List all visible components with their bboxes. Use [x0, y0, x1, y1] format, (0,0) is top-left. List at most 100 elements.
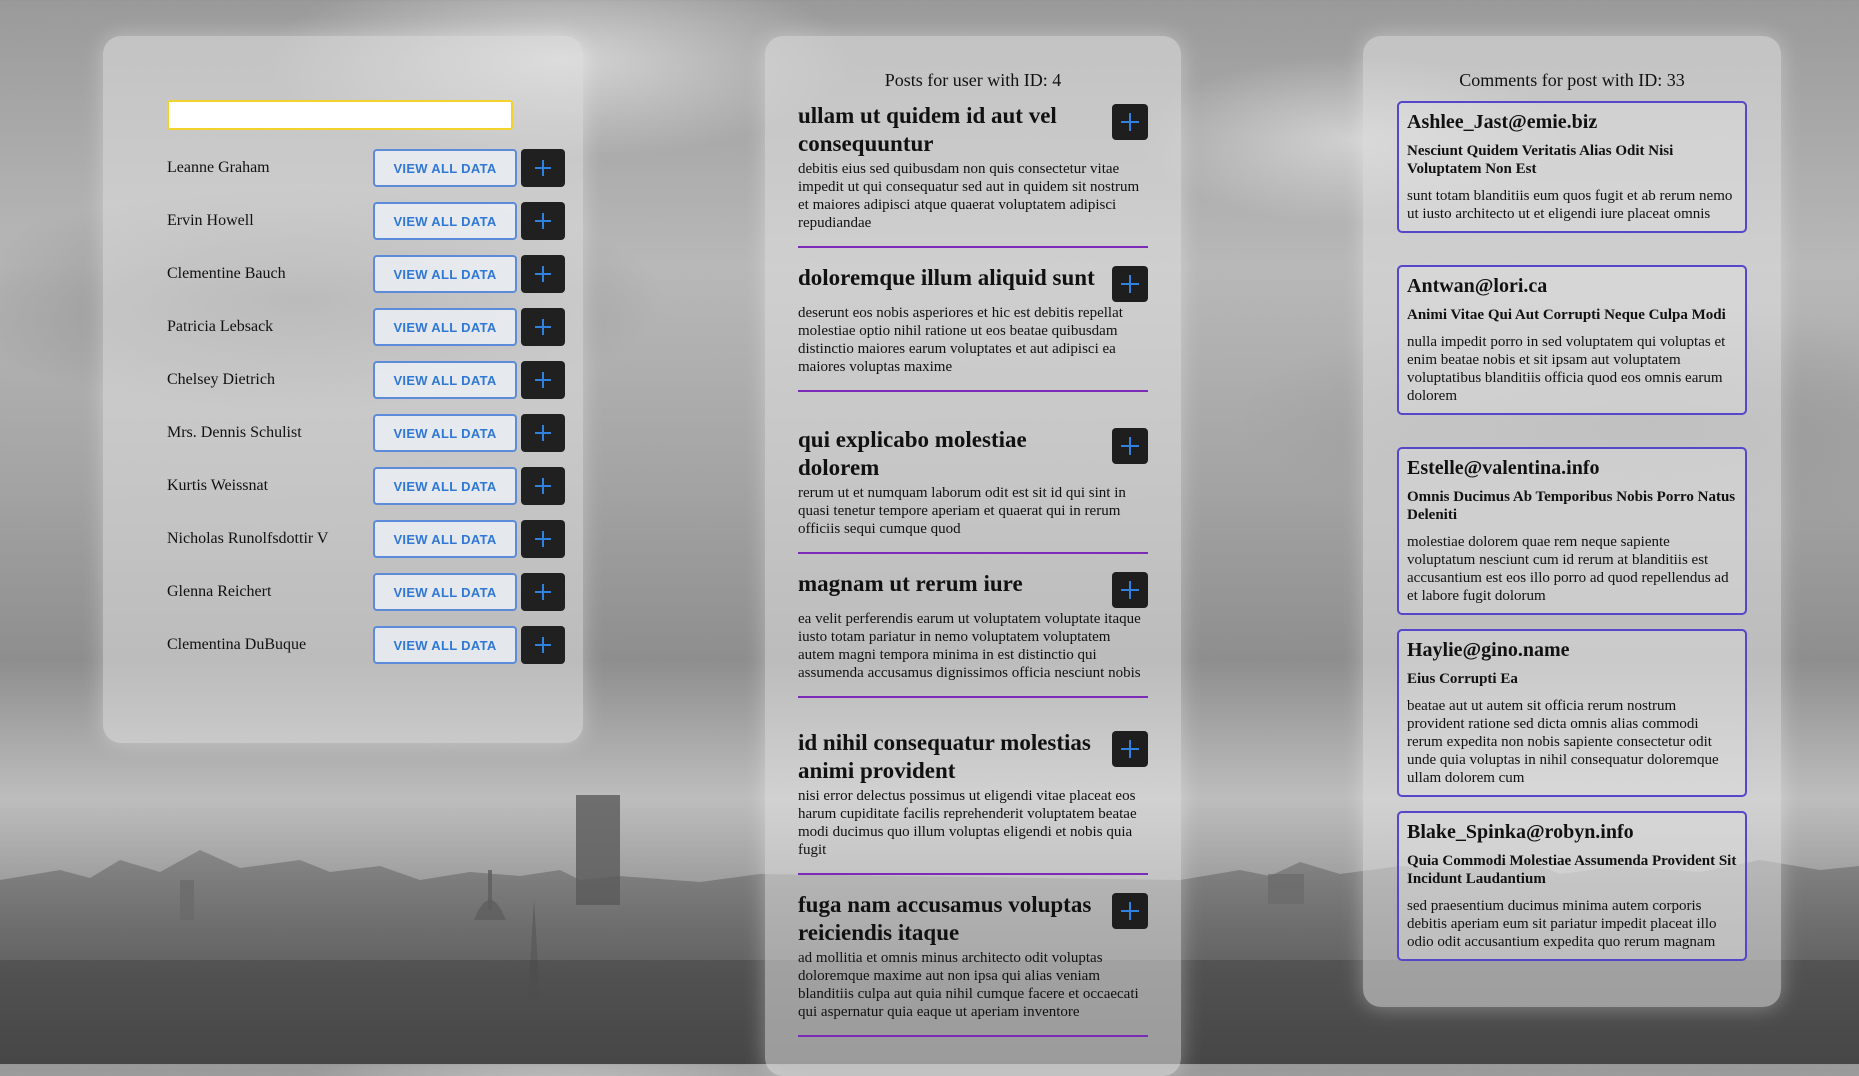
comment-name: Quia Commodi Molestiae Assumenda Provide…: [1407, 853, 1737, 887]
plus-icon: [1121, 581, 1139, 599]
comment-name: Eius Corrupti Ea: [1407, 671, 1518, 687]
view-all-data-button[interactable]: VIEW ALL DATA: [373, 626, 517, 664]
view-all-data-button[interactable]: VIEW ALL DATA: [373, 414, 517, 452]
add-post-button[interactable]: [1112, 731, 1148, 767]
view-all-data-button[interactable]: VIEW ALL DATA: [373, 467, 517, 505]
comment-card: Ashlee_Jast@emie.biz Nesciunt Quidem Ver…: [1397, 101, 1747, 233]
view-all-data-button[interactable]: VIEW ALL DATA: [373, 361, 517, 399]
user-row: Clementina DuBuque VIEW ALL DATA: [167, 626, 569, 664]
plus-icon: [1121, 902, 1139, 920]
user-name: Clementina DuBuque: [167, 636, 307, 653]
user-row: Chelsey Dietrich VIEW ALL DATA: [167, 361, 569, 399]
add-post-button[interactable]: [1112, 893, 1148, 929]
user-row: Nicholas Runolfsdottir V VIEW ALL DATA: [167, 520, 569, 558]
user-name: Glenna Reichert: [167, 583, 272, 600]
add-post-button[interactable]: [1112, 572, 1148, 608]
comment-name: Omnis Ducimus Ab Temporibus Nobis Porro …: [1407, 489, 1736, 523]
add-user-button[interactable]: [521, 414, 565, 452]
user-name: Nicholas Runolfsdottir V: [167, 530, 329, 547]
post-item: ullam ut quidem id aut vel consequuntur …: [798, 102, 1148, 248]
add-user-button[interactable]: [521, 626, 565, 664]
user-search-input[interactable]: [167, 100, 513, 130]
comment-body: molestiae dolorem quae rem neque sapient…: [1407, 534, 1729, 604]
user-row: Glenna Reichert VIEW ALL DATA: [167, 573, 569, 611]
users-panel: Leanne Graham VIEW ALL DATA Ervin Howell…: [103, 36, 583, 743]
add-user-button[interactable]: [521, 361, 565, 399]
comment-name: Animi Vitae Qui Aut Corrupti Neque Culpa…: [1407, 307, 1726, 323]
comment-card: Estelle@valentina.info Omnis Ducimus Ab …: [1397, 447, 1747, 615]
add-user-button[interactable]: [521, 149, 565, 187]
view-all-data-button[interactable]: VIEW ALL DATA: [373, 149, 517, 187]
comment-card: Antwan@lori.ca Animi Vitae Qui Aut Corru…: [1397, 265, 1747, 415]
comment-email: Haylie@gino.name: [1407, 639, 1570, 661]
plus-icon: [1121, 740, 1139, 758]
plus-icon: [535, 584, 551, 600]
plus-icon: [535, 266, 551, 282]
comment-email: Antwan@lori.ca: [1407, 275, 1548, 297]
comment-name: Nesciunt Quidem Veritatis Alias Odit Nis…: [1407, 143, 1674, 177]
post-body: ad mollitia et omnis minus architecto od…: [798, 950, 1139, 1020]
add-user-button[interactable]: [521, 202, 565, 240]
user-row: Mrs. Dennis Schulist VIEW ALL DATA: [167, 414, 569, 452]
comment-body: sunt totam blanditiis eum quos fugit et …: [1407, 188, 1733, 222]
add-user-button[interactable]: [521, 520, 565, 558]
plus-icon: [535, 319, 551, 335]
post-body: rerum ut et numquam laborum odit est sit…: [798, 485, 1126, 537]
post-title: ullam ut quidem id aut vel consequuntur: [798, 103, 1057, 156]
comment-email: Blake_Spinka@robyn.info: [1407, 821, 1634, 843]
plus-icon: [535, 160, 551, 176]
user-name: Chelsey Dietrich: [167, 371, 275, 388]
comment-email: Ashlee_Jast@emie.biz: [1407, 111, 1598, 133]
post-item: fuga nam accusamus voluptas reiciendis i…: [798, 891, 1148, 1037]
post-item: magnam ut rerum iure ea velit perferendi…: [798, 570, 1148, 698]
add-post-button[interactable]: [1112, 104, 1148, 140]
plus-icon: [1121, 275, 1139, 293]
comment-body: sed praesentium ducimus minima autem cor…: [1407, 898, 1717, 950]
comment-body: beatae aut ut autem sit officia rerum no…: [1407, 698, 1719, 786]
view-all-data-button[interactable]: VIEW ALL DATA: [373, 255, 517, 293]
add-user-button[interactable]: [521, 308, 565, 346]
plus-icon: [535, 213, 551, 229]
comment-body: nulla impedit porro in sed voluptatem qu…: [1407, 334, 1726, 404]
view-all-data-button[interactable]: VIEW ALL DATA: [373, 202, 517, 240]
add-user-button[interactable]: [521, 255, 565, 293]
comment-email: Estelle@valentina.info: [1407, 457, 1600, 479]
user-row: Clementine Bauch VIEW ALL DATA: [167, 255, 569, 293]
user-name: Ervin Howell: [167, 212, 254, 229]
user-row: Patricia Lebsack VIEW ALL DATA: [167, 308, 569, 346]
comments-title: Comments for post with ID: 33: [1459, 70, 1685, 90]
posts-title: Posts for user with ID: 4: [884, 70, 1062, 90]
user-name: Patricia Lebsack: [167, 318, 274, 335]
plus-icon: [535, 372, 551, 388]
view-all-data-button[interactable]: VIEW ALL DATA: [373, 308, 517, 346]
user-name: Leanne Graham: [167, 159, 270, 176]
post-item: qui explicabo molestiae dolorem rerum ut…: [798, 426, 1148, 554]
user-name: Mrs. Dennis Schulist: [167, 424, 302, 441]
post-body: debitis eius sed quibusdam non quis cons…: [798, 161, 1140, 231]
add-post-button[interactable]: [1112, 266, 1148, 302]
plus-icon: [535, 531, 551, 547]
plus-icon: [535, 478, 551, 494]
user-name: Clementine Bauch: [167, 265, 286, 282]
comment-card: Blake_Spinka@robyn.info Quia Commodi Mol…: [1397, 811, 1747, 961]
add-post-button[interactable]: [1112, 428, 1148, 464]
plus-icon: [535, 425, 551, 441]
post-body: ea velit perferendis earum ut voluptatem…: [798, 611, 1141, 681]
plus-icon: [1121, 437, 1139, 455]
comments-panel: Comments for post with ID: 33 Ashlee_Jas…: [1363, 36, 1781, 1007]
posts-panel: Posts for user with ID: 4 ullam ut quide…: [765, 36, 1181, 1076]
add-user-button[interactable]: [521, 467, 565, 505]
post-title: id nihil consequatur molestias animi pro…: [798, 730, 1091, 783]
user-row: Kurtis Weissnat VIEW ALL DATA: [167, 467, 569, 505]
post-title: qui explicabo molestiae dolorem: [798, 427, 1027, 480]
plus-icon: [1121, 113, 1139, 131]
post-body: deserunt eos nobis asperiores et hic est…: [798, 305, 1123, 375]
view-all-data-button[interactable]: VIEW ALL DATA: [373, 520, 517, 558]
user-row: Leanne Graham VIEW ALL DATA: [167, 149, 569, 187]
post-item: doloremque illum aliquid sunt deserunt e…: [798, 264, 1148, 392]
post-item: id nihil consequatur molestias animi pro…: [798, 729, 1148, 875]
add-user-button[interactable]: [521, 573, 565, 611]
post-title: doloremque illum aliquid sunt: [798, 265, 1095, 290]
user-name: Kurtis Weissnat: [167, 477, 269, 494]
view-all-data-button[interactable]: VIEW ALL DATA: [373, 573, 517, 611]
